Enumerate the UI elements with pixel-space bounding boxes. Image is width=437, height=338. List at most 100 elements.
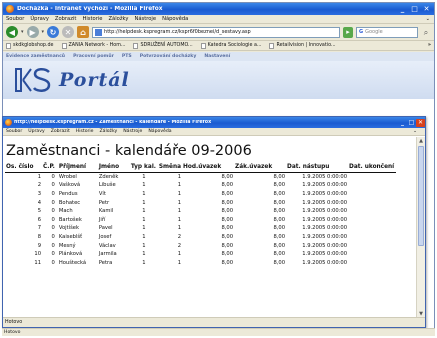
scroll-up-icon[interactable]: ▲ <box>417 137 425 145</box>
popup-close-button[interactable]: ✕ <box>416 118 425 127</box>
popup-window-title: http://helpdesk.kspregram.cz - Zaměstnan… <box>14 120 212 125</box>
popup-status-bar: Hotovo <box>3 317 425 327</box>
cell-typ-kal: 1 <box>142 233 146 240</box>
cell-hod-uvazek: 8,00 <box>221 208 234 215</box>
restore-button[interactable]: □ <box>410 5 419 13</box>
menu-zalozky[interactable]: Záložky <box>108 16 128 22</box>
cell-os-cislo: 3 <box>37 190 41 197</box>
popup-vertical-scrollbar[interactable]: ▲ ▼ <box>416 137 425 318</box>
popup-minimize-button[interactable]: _ <box>398 119 407 127</box>
bookmarks-overflow-button[interactable]: » <box>428 43 434 48</box>
portal-banner: Portál <box>3 61 434 99</box>
menu-soubor[interactable]: Soubor <box>6 16 24 22</box>
forward-dropdown-icon[interactable]: ▾ <box>42 29 45 35</box>
reload-button[interactable]: ↻ <box>47 26 60 38</box>
menu-nastroje[interactable]: Nástroje <box>134 16 156 22</box>
portal-logo-text: Portál <box>59 69 130 91</box>
cell-cp: 0 <box>51 216 55 223</box>
close-button[interactable]: ✕ <box>422 5 431 13</box>
table-row: 5 0 Mach Kamil 1 1 8,00 8,00 1.9.2005 0:00:00 <box>5 207 396 216</box>
cell-dat-ukonceni <box>348 181 396 190</box>
col-header-dat-ukonceni: Dat. ukončení <box>348 163 397 173</box>
cell-cp: 0 <box>51 199 55 206</box>
url-text: http://helpdesk.kspregram.cz/kspr6f0bezn… <box>104 29 251 35</box>
cell-smena: 1 <box>177 216 182 223</box>
cell-dat-ukonceni <box>348 207 396 216</box>
col-header-dat-nastupu: Dat. nástupu <box>286 163 349 173</box>
cell-prijmeni: Bohatec <box>58 199 81 206</box>
minimize-button[interactable]: _ <box>398 5 407 13</box>
back-dropdown-icon[interactable]: ▾ <box>21 29 24 35</box>
cell-typ-kal: 1 <box>142 259 146 266</box>
outer-menu-bar: Soubor Úpravy Zobrazit Historie Záložky … <box>3 15 434 24</box>
cell-dat-ukonceni <box>348 215 396 224</box>
menu-historie[interactable]: Historie <box>82 16 102 22</box>
menu-historie[interactable]: Historie <box>76 129 94 134</box>
menu-zalozky[interactable]: Záložky <box>100 129 118 134</box>
cell-typ-kal: 1 <box>142 251 146 258</box>
cell-prijmeni: Vojtíšek <box>58 225 79 232</box>
cell-prijmeni: Mach <box>58 208 73 215</box>
col-header-prijmeni: Příjmení <box>55 163 98 173</box>
search-input[interactable]: G Google <box>356 26 418 38</box>
stop-button[interactable]: ✕ <box>62 26 75 38</box>
menu-upravy[interactable]: Úpravy <box>30 16 49 22</box>
bookmark-item[interactable]: SDRUŽENÍ AUTOMO... <box>133 42 193 49</box>
cell-zak-uvazek: 8,00 <box>273 174 286 181</box>
cell-typ-kal: 1 <box>142 190 146 197</box>
menu-overflow-icon[interactable]: ⌄ <box>413 129 425 134</box>
cell-os-cislo: 8 <box>37 233 41 240</box>
navigation-toolbar: ◀ ▾ ▶ ▾ ↻ ✕ ⌂ http://helpdesk.kspregram.… <box>3 24 434 41</box>
page-title: Zaměstnanci - kalendáře 09-2006 <box>6 143 252 159</box>
menu-zobrazit[interactable]: Zobrazit <box>55 16 77 22</box>
go-button[interactable]: ▸ <box>343 26 353 38</box>
cell-hod-uvazek: 8,00 <box>221 216 234 223</box>
bookmark-item[interactable]: Retailvision | Innovatio... <box>269 42 336 49</box>
menu-zobrazit[interactable]: Zobrazit <box>51 129 70 134</box>
cell-dat-nastupu: 1.9.2005 0:00:00 <box>302 242 348 249</box>
cell-zak-uvazek: 8,00 <box>273 208 286 215</box>
bookmark-item[interactable]: skdkglobshop.de <box>6 42 54 49</box>
cell-dat-ukonceni <box>348 224 396 233</box>
url-bar[interactable]: http://helpdesk.kspregram.cz/kspr6f0bezn… <box>92 26 340 38</box>
cell-prijmeni: Plánková <box>58 251 83 258</box>
page-icon <box>133 42 139 49</box>
home-button[interactable]: ⌂ <box>77 26 90 38</box>
menu-nastroje[interactable]: Nástroje <box>123 129 142 134</box>
menu-soubor[interactable]: Soubor <box>6 129 22 134</box>
cell-dat-nastupu: 1.9.2005 0:00:00 <box>302 259 348 266</box>
cell-smena: 2 <box>177 233 182 240</box>
app-tab-potvrzovani[interactable]: Potvrzování docházky <box>140 54 197 59</box>
cell-jmeno: Josef <box>98 233 112 240</box>
bookmark-item[interactable]: Katedra Sociologie a... <box>200 42 261 49</box>
menu-upravy[interactable]: Úpravy <box>28 129 44 134</box>
popup-restore-button[interactable]: □ <box>407 119 416 127</box>
app-tab-pracovni[interactable]: Pracovní pomůr <box>73 54 114 59</box>
page-icon <box>269 42 275 49</box>
search-placeholder: Google <box>365 29 383 35</box>
search-icon[interactable]: ⌕ <box>421 27 431 38</box>
table-row: 11 0 Houštecká Petra 1 1 8,00 8,00 1.9.2005 0:00… <box>5 258 396 267</box>
cell-zak-uvazek: 8,00 <box>273 233 286 240</box>
cell-dat-ukonceni <box>348 198 396 207</box>
back-button[interactable]: ◀ <box>6 26 18 38</box>
app-tab-nastaveni[interactable]: Nastavení <box>204 54 230 59</box>
cell-typ-kal: 1 <box>142 182 146 189</box>
cell-jmeno: Zdeněk <box>98 174 119 181</box>
cell-jmeno: Vít <box>98 190 106 197</box>
scrollbar-thumb[interactable] <box>418 146 424 246</box>
bookmarks-toolbar: skdkglobshop.de ZANIA Network - Hom... S… <box>3 41 434 51</box>
bookmark-item[interactable]: ZANIA Network - Hom... <box>61 42 125 49</box>
cell-cp: 0 <box>51 242 55 249</box>
app-tab-evidence[interactable]: Evidence zaměstnanců <box>6 54 65 59</box>
col-header-typ-kal: Typ kal. <box>129 163 158 173</box>
app-tab-pts[interactable]: PTS <box>122 54 132 59</box>
menu-napoveda[interactable]: Nápověda <box>148 129 171 134</box>
table-row: 6 0 Bartošek Jiří 1 1 8,00 8,00 1.9.2005 0:00:00 <box>5 215 396 224</box>
popup-menu-bar: Soubor Úpravy Zobrazit Historie Záložky … <box>3 128 425 136</box>
forward-button[interactable]: ▶ <box>26 26 39 38</box>
cell-hod-uvazek: 8,00 <box>221 251 234 258</box>
menu-napoveda[interactable]: Nápověda <box>162 16 188 22</box>
popup-status-text: Hotovo <box>5 320 23 325</box>
menu-overflow-icon[interactable]: ⌄ <box>426 16 434 22</box>
